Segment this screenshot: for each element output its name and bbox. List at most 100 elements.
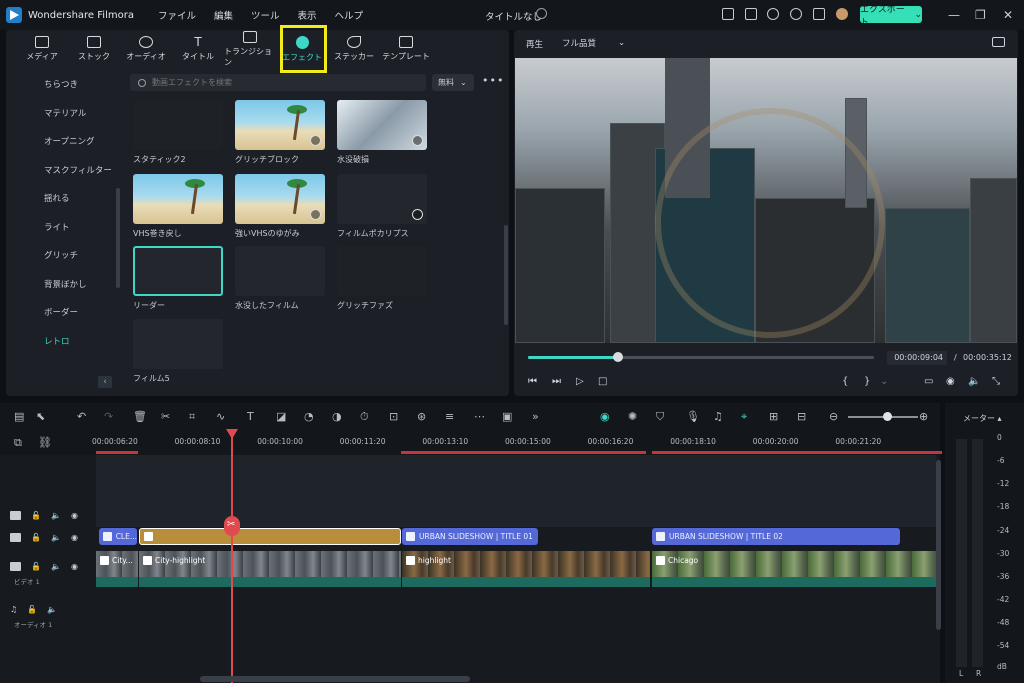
stop-icon[interactable]: □ [598,376,607,387]
category-item[interactable]: マテリアル [6,99,118,128]
tab-audio[interactable]: オーディオ [120,30,172,68]
mark-in-icon[interactable]: { [842,376,848,387]
title-clip[interactable]: CLE... [99,528,137,545]
crop-icon[interactable]: ⌗ [189,410,195,424]
effect-thumbnail[interactable] [133,174,223,224]
category-item[interactable]: ライト [6,213,118,242]
tab-stock[interactable]: ストック [68,30,120,68]
tab-sticker[interactable]: ステッカー [328,30,380,68]
save-icon[interactable] [745,8,757,20]
restore-icon[interactable]: ❐ [975,8,986,22]
minimize-icon[interactable]: — [948,8,960,22]
playback-progress-bar[interactable] [528,352,874,362]
adjust-icon[interactable]: ≡ [445,410,454,423]
category-item[interactable]: マスクフィルター [6,156,118,185]
split-screen-icon[interactable]: ⊞ [769,410,778,423]
marker-icon[interactable]: ⛉ [656,410,664,424]
download-icon[interactable] [310,209,321,220]
effects-scrollbar[interactable] [504,225,508,325]
progress-handle[interactable] [612,352,623,362]
render-icon[interactable]: ✺ [628,410,637,423]
snapshot-image-icon[interactable] [992,37,1005,47]
delete-icon[interactable]: 🗑 [133,410,147,423]
speed-icon[interactable]: ◔ [304,410,314,423]
download-icon[interactable] [310,135,321,146]
layout-menu-icon[interactable]: ▤ [14,410,24,423]
timeline-vertical-scrollbar[interactable] [936,460,941,630]
visibility-icon[interactable]: ◉ [71,533,78,542]
more-tools-icon[interactable]: » [532,410,539,423]
support-icon[interactable] [790,8,802,20]
lock-icon[interactable]: 🔓 [31,533,41,542]
title-clip[interactable]: URBAN SLIDESHOW | TITLE 02 [652,528,900,545]
visibility-icon[interactable]: ◉ [71,562,78,571]
download-icon[interactable] [412,209,423,220]
tab-transition[interactable]: トランジション [224,30,276,68]
menu-edit[interactable]: 編集 [214,8,233,22]
redo-icon[interactable]: ↷ [104,410,113,423]
tab-title[interactable]: T タイトル [172,30,224,68]
effect-thumbnail[interactable] [337,174,427,224]
play-icon[interactable]: ▷ [576,376,584,387]
category-scrollbar[interactable] [116,188,120,288]
previous-frame-icon[interactable]: ⏮ [528,376,537,387]
lock-icon[interactable]: 🔓 [27,605,37,614]
timeline-horizontal-scrollbar[interactable] [200,676,470,682]
fullscreen-icon[interactable]: ⤡ [992,376,1000,387]
time-ruler[interactable]: 00:00:06:20 00:00:08:10 00:00:10:00 00:00:1… [92,430,942,455]
title-clip[interactable]: URBAN SLIDESHOW | TITLE 01 [402,528,538,545]
tab-template[interactable]: テンプレート [380,30,432,68]
effect-thumbnail[interactable] [235,174,325,224]
effect-thumbnail[interactable] [337,246,427,296]
add-track-icon[interactable]: ⧉ [14,436,22,450]
search-input[interactable] [152,78,402,87]
price-filter-dropdown[interactable]: 無料 ⌄ [432,74,474,91]
music-list-icon[interactable]: ♫ [713,410,723,423]
collapse-sidebar-icon[interactable]: ‹ [98,376,112,388]
audio-stretch-icon[interactable]: ∿ [216,410,225,423]
more-options-icon[interactable]: ••• [482,74,504,87]
keyframe-icon[interactable]: ⋯ [474,410,485,423]
next-frame-icon[interactable]: ⏭ [552,376,561,387]
split-scissors-icon[interactable]: ✂ [224,516,240,536]
quality-dropdown[interactable]: フル品質 ⌄ [556,35,636,50]
avatar[interactable] [836,8,848,20]
cut-icon[interactable]: ✂ [161,410,170,423]
mark-out-icon[interactable]: } [864,376,870,387]
text-icon[interactable]: T [247,410,254,423]
category-item-retro[interactable]: レトロ [6,327,118,356]
effect-clip[interactable] [139,528,401,545]
pip-icon[interactable]: ⊟ [797,410,806,423]
snap-icon[interactable]: ⌖ [741,410,747,424]
lock-icon[interactable]: 🔓 [31,562,41,571]
mute-icon[interactable]: 🔈 [51,533,61,542]
effect-thumbnail[interactable] [235,100,325,150]
microphone-icon[interactable]: 🎙 [686,410,700,423]
effect-thumbnail[interactable] [133,319,223,369]
zoom-out-icon[interactable]: ⊖ [829,410,838,423]
mute-icon[interactable]: 🔈 [47,605,57,614]
video-clip[interactable]: Chicago [652,551,936,587]
timer-icon[interactable]: ⏱ [360,410,369,424]
auto-highlight-icon[interactable]: ◉ [600,410,610,423]
category-item[interactable]: オープニング [6,127,118,156]
camera-icon[interactable]: ◉ [946,376,955,387]
menu-tools[interactable]: ツール [251,8,280,22]
effect-thumbnail[interactable] [133,246,223,296]
video-clip[interactable]: highlight [402,551,650,587]
select-tool-icon[interactable]: ⬉ [36,410,45,423]
category-item[interactable]: グリッチ [6,241,118,270]
meter-title[interactable]: メーター ▴ [963,413,1002,424]
zoom-in-icon[interactable]: ⊕ [919,410,928,423]
volume-icon[interactable]: 🔈 [968,376,980,387]
tracking-icon[interactable]: ⊛ [417,410,426,423]
layout-icon[interactable] [722,8,734,20]
tab-media[interactable]: メディア [16,30,68,68]
effect-thumbnail[interactable] [337,100,427,150]
video-clip[interactable]: City-highlight [139,551,401,587]
apps-grid-icon[interactable] [813,8,825,20]
lock-icon[interactable]: 🔓 [31,511,41,520]
category-item[interactable]: ちらつき [6,70,118,99]
cloud-icon[interactable] [767,8,779,20]
display-icon[interactable]: ▭ [924,376,933,387]
